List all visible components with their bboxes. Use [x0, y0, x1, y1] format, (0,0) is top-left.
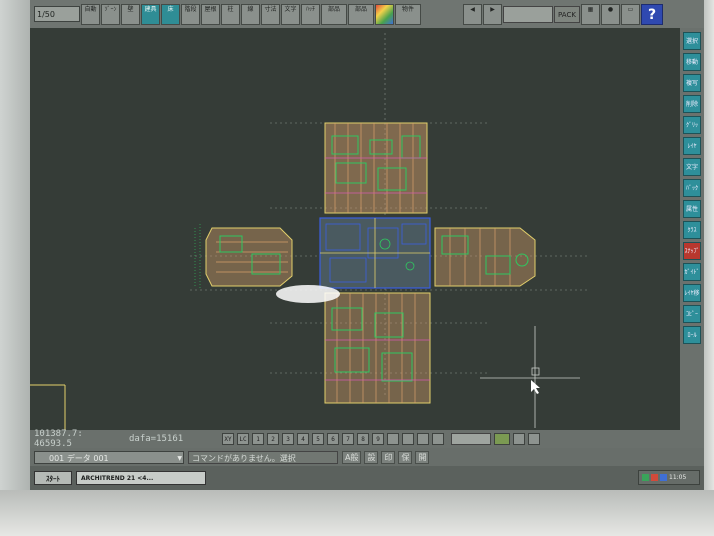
- taskbar-app-architrend[interactable]: ARCHITREND 21 <4...: [76, 471, 206, 485]
- ime-icon: [660, 474, 667, 481]
- monitor-screen: 1/50 自動 ｿﾞｰﾝ 壁 建具 床 階段 屋根 柱 線 寸法 文字 ﾊｯﾁ …: [30, 0, 704, 490]
- settings-icon[interactable]: ▦: [581, 3, 600, 25]
- parts-button[interactable]: 部品: [321, 3, 347, 25]
- command-bar: 001 データ 001 ▼ コマンドがありません。選択 A般 設 印 保 開: [30, 448, 704, 466]
- monitor-bezel-bottom: [0, 490, 714, 536]
- window-icon[interactable]: ▭: [621, 3, 640, 25]
- mode-button-a[interactable]: [387, 433, 399, 445]
- snap-button-9[interactable]: 9: [372, 433, 384, 445]
- sidebar-btn-snap[interactable]: ｽﾅｯﾌﾟ: [683, 242, 701, 260]
- snap-button-1[interactable]: 1: [252, 433, 264, 445]
- mini-tool-save[interactable]: 保: [398, 450, 413, 464]
- plan-wing-left: [194, 224, 293, 290]
- view-dropdown[interactable]: [503, 5, 553, 23]
- sidebar-btn-grid[interactable]: ｸﾞﾘｯﾄﾞ: [683, 116, 701, 134]
- bulb-icon[interactable]: ●: [601, 3, 620, 25]
- snap-button-5[interactable]: 5: [312, 433, 324, 445]
- scale-select[interactable]: 1/50: [34, 6, 80, 22]
- sidebar-btn-text[interactable]: 文字: [683, 158, 701, 176]
- sidebar-btn-class[interactable]: ｸﾗｽ: [683, 221, 701, 239]
- snap-xy-button[interactable]: XY: [222, 433, 234, 445]
- start-button[interactable]: ｽﾀｰﾄ: [34, 471, 72, 485]
- sidebar-btn-copy[interactable]: 複写: [683, 74, 701, 92]
- drawing-canvas[interactable]: [30, 28, 680, 430]
- plan-wing-right: [434, 227, 536, 287]
- sidebar-btn-back[interactable]: ﾊﾞｯｸ: [683, 179, 701, 197]
- mode-button-d[interactable]: [432, 433, 444, 445]
- main-toolbar: 1/50 自動 ｿﾞｰﾝ 壁 建具 床 階段 屋根 柱 線 寸法 文字 ﾊｯﾁ …: [30, 0, 704, 28]
- floor-plan-drawing: [30, 33, 590, 430]
- right-command-sidebar: 選択 移動 複写 削除 ｸﾞﾘｯﾄﾞ ﾚｲﾔ 文字 ﾊﾞｯｸ 属性 ｸﾗｽ ｽﾅ…: [680, 28, 704, 430]
- status-extra-button-2[interactable]: [528, 433, 540, 445]
- wall-button[interactable]: 壁: [121, 3, 140, 25]
- floor-button[interactable]: 床: [161, 3, 180, 25]
- parts-button-2[interactable]: 部品: [348, 3, 374, 25]
- mode-button-b[interactable]: [402, 433, 414, 445]
- sidebar-btn-layer[interactable]: ﾚｲﾔ: [683, 137, 701, 155]
- monitor-bezel-left: [0, 0, 30, 536]
- chevron-down-icon: ▼: [177, 454, 182, 462]
- sidebar-btn-select[interactable]: 選択: [683, 32, 701, 50]
- snap-lc-button[interactable]: LC: [237, 433, 249, 445]
- layer-select[interactable]: 001 データ 001 ▼: [34, 450, 184, 464]
- dimension-button[interactable]: 寸法: [261, 3, 280, 25]
- plan-core-center: [319, 217, 431, 289]
- sidebar-btn-copy-2[interactable]: ｺﾋﾟｰ: [683, 305, 701, 323]
- mini-tool-settings[interactable]: 設: [364, 450, 379, 464]
- crosshair-cursor: [480, 326, 580, 428]
- sidebar-btn-guide[interactable]: ｶﾞｲﾄﾞ: [683, 263, 701, 281]
- snap-button-8[interactable]: 8: [357, 433, 369, 445]
- monitor-bezel-right: [704, 0, 714, 536]
- origin-marker: [30, 384, 66, 430]
- column-button[interactable]: 柱: [221, 3, 240, 25]
- plan-wing-top: [324, 122, 428, 214]
- cursor-coordinates: 101387.7: 46593.5: [34, 429, 83, 449]
- clock: 11:05: [669, 474, 687, 481]
- text-button[interactable]: 文字: [281, 3, 300, 25]
- palette-icon[interactable]: [375, 3, 394, 25]
- screen-glare: [276, 285, 340, 303]
- auto-button[interactable]: 自動: [81, 3, 100, 25]
- snap-button-6[interactable]: 6: [327, 433, 339, 445]
- redo-icon[interactable]: ▶: [483, 3, 502, 25]
- pack-button[interactable]: PACK: [554, 5, 580, 23]
- hatch-button[interactable]: ﾊｯﾁ: [301, 3, 320, 25]
- undo-icon[interactable]: ◀: [463, 3, 482, 25]
- mini-toolbar: A般 設 印 保 開: [342, 450, 430, 464]
- line-type-select[interactable]: [451, 433, 491, 445]
- system-tray: 11:05: [638, 470, 700, 485]
- windows-taskbar: ｽﾀｰﾄ ARCHITREND 21 <4... 11:05: [30, 466, 704, 490]
- sidebar-btn-delete[interactable]: 削除: [683, 95, 701, 113]
- snap-button-7[interactable]: 7: [342, 433, 354, 445]
- help-button[interactable]: ?: [641, 3, 663, 25]
- zone-button[interactable]: ｿﾞｰﾝ: [101, 3, 120, 25]
- snap-button-2[interactable]: 2: [267, 433, 279, 445]
- property-button[interactable]: 物件: [395, 3, 421, 25]
- command-message: コマンドがありません。選択: [188, 450, 338, 464]
- mode-button-c[interactable]: [417, 433, 429, 445]
- mouse-pointer-icon: [531, 380, 540, 394]
- mini-tool-print[interactable]: 印: [381, 450, 396, 464]
- mini-tool-general[interactable]: A般: [342, 450, 362, 464]
- sidebar-btn-move[interactable]: 移動: [683, 53, 701, 71]
- status-bar: 101387.7: 46593.5 dafa=15161 XY LC 1 2 3…: [30, 429, 704, 449]
- plan-wing-bottom: [324, 292, 431, 404]
- volume-icon: [651, 474, 658, 481]
- mini-tool-open[interactable]: 開: [415, 450, 430, 464]
- delta-readout: dafa=15161: [129, 434, 184, 444]
- snap-button-4[interactable]: 4: [297, 433, 309, 445]
- network-icon: [642, 474, 649, 481]
- door-button[interactable]: 建具: [141, 3, 160, 25]
- stairs-button[interactable]: 階段: [181, 3, 200, 25]
- sidebar-btn-layer-move[interactable]: ﾚｲﾔ移動: [683, 284, 701, 302]
- sidebar-btn-roll[interactable]: ﾛｰﾙ: [683, 326, 701, 344]
- snap-button-3[interactable]: 3: [282, 433, 294, 445]
- color-select[interactable]: [494, 433, 510, 445]
- roof-button[interactable]: 屋根: [201, 3, 220, 25]
- sidebar-btn-attribute[interactable]: 属性: [683, 200, 701, 218]
- status-extra-button-1[interactable]: [513, 433, 525, 445]
- line-button[interactable]: 線: [241, 3, 260, 25]
